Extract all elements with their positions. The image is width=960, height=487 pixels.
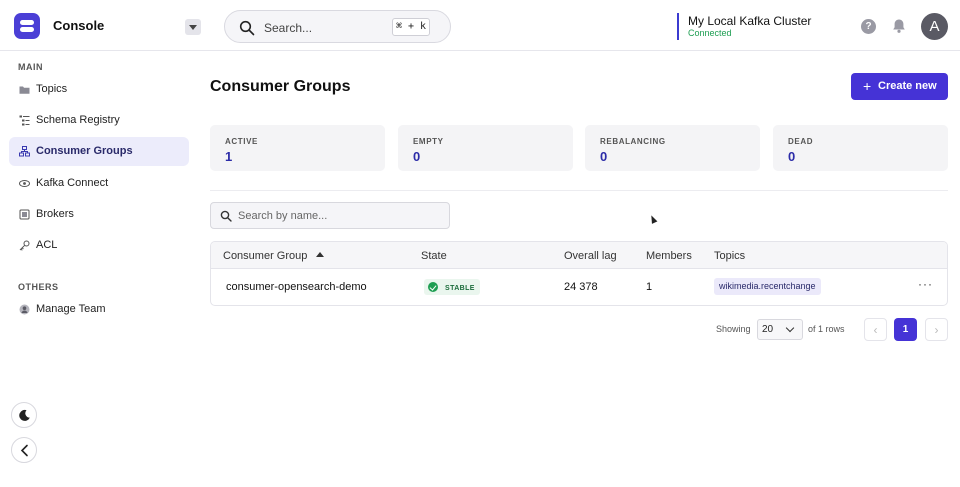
stat-card-dead: DEAD 0 [773, 125, 948, 171]
column-header-state[interactable]: State [421, 250, 447, 262]
avatar[interactable]: A [921, 13, 948, 40]
plus-icon: + [863, 78, 872, 94]
sidebar-section-others: OTHERS [18, 282, 59, 292]
sidebar-item-label: Topics [36, 83, 68, 95]
topic-tag[interactable]: wikimedia.recentchange [714, 278, 821, 295]
sidebar-item-label: Schema Registry [36, 114, 120, 126]
sort-ascending-icon[interactable] [316, 252, 324, 257]
cluster-indicator [677, 13, 679, 40]
sidebar-item-consumer-groups[interactable]: Consumer Groups [9, 137, 189, 166]
group-hierarchy-icon [19, 146, 30, 157]
check-circle-icon [428, 282, 438, 292]
link-icon [19, 180, 30, 187]
sidebar-item-label: Kafka Connect [36, 177, 109, 189]
sidebar: MAIN Topics Schema Registry Consumer Gro… [0, 51, 198, 487]
sidebar-item-kafka-connect[interactable]: Kafka Connect [9, 169, 189, 198]
status-badge: STABLE [424, 279, 480, 295]
user-circle-icon [19, 304, 30, 315]
consumer-groups-table: Consumer Group State Overall lag Members… [210, 241, 948, 306]
app-title: Console [53, 18, 105, 33]
sidebar-item-acl[interactable]: ACL [9, 231, 189, 260]
members-value: 1 [646, 281, 653, 293]
previous-page-button[interactable]: ‹ [864, 318, 887, 341]
column-header-consumer-group[interactable]: Consumer Group [223, 250, 307, 262]
stat-card-empty: EMPTY 0 [398, 125, 573, 171]
search-icon [239, 20, 255, 36]
column-header-topics[interactable]: Topics [714, 250, 745, 262]
search-icon [220, 210, 232, 222]
page-title: Consumer Groups [210, 78, 351, 95]
stat-label: REBALANCING [600, 137, 666, 146]
stat-label: DEAD [788, 137, 814, 146]
status-badge-label: STABLE [445, 285, 475, 292]
page-button-current[interactable]: 1 [894, 318, 917, 341]
create-new-button[interactable]: + Create new [851, 73, 948, 100]
next-page-button[interactable]: › [925, 318, 948, 341]
global-search[interactable]: Search... ⌘ + k [224, 10, 451, 43]
stat-label: EMPTY [413, 137, 444, 146]
table-header: Consumer Group State Overall lag Members… [211, 242, 947, 269]
chevron-left-icon [20, 444, 28, 457]
moon-icon [19, 409, 30, 421]
mouse-cursor [648, 214, 658, 224]
stat-card-rebalancing: REBALANCING 0 [585, 125, 760, 171]
pagination-row-count: of 1 rows [808, 324, 845, 334]
column-header-members[interactable]: Members [646, 250, 692, 262]
search-shortcut-hint: ⌘ + k [392, 18, 430, 36]
section-divider [210, 190, 948, 191]
sidebar-item-schema-registry[interactable]: Schema Registry [9, 106, 189, 135]
sidebar-item-label: Manage Team [36, 303, 106, 315]
sidebar-item-label: ACL [36, 239, 58, 251]
column-header-overall-lag[interactable]: Overall lag [564, 250, 617, 262]
console-logo-icon[interactable] [14, 13, 40, 39]
server-icon [19, 209, 30, 220]
theme-toggle-button[interactable] [11, 402, 37, 428]
stat-value: 1 [225, 149, 233, 164]
page-size-value: 20 [762, 324, 774, 335]
filter-search-input[interactable]: Search by name... [210, 202, 450, 229]
help-icon[interactable]: ? [861, 19, 876, 34]
create-new-label: Create new [878, 80, 937, 92]
sidebar-item-label: Brokers [36, 208, 74, 220]
list-tree-icon [19, 115, 30, 126]
consumer-group-link[interactable]: consumer-opensearch-demo [226, 281, 367, 293]
pagination-showing-label: Showing [716, 324, 751, 334]
sidebar-item-brokers[interactable]: Brokers [9, 200, 189, 229]
key-icon [19, 240, 30, 251]
search-placeholder: Search... [264, 21, 313, 35]
folder-icon [19, 86, 30, 94]
stat-value: 0 [788, 149, 796, 164]
sidebar-item-topics[interactable]: Topics [9, 75, 189, 104]
cluster-status: Connected [688, 28, 732, 38]
stat-value: 0 [413, 149, 421, 164]
more-actions-icon[interactable]: ··· [918, 277, 933, 291]
collapse-sidebar-button[interactable] [11, 437, 37, 463]
chevron-down-icon [785, 323, 795, 333]
sidebar-item-manage-team[interactable]: Manage Team [9, 295, 189, 324]
overall-lag-value: 24 378 [564, 281, 598, 293]
stat-card-active: ACTIVE 1 [210, 125, 385, 171]
chevron-down-icon[interactable] [185, 19, 201, 35]
filter-placeholder: Search by name... [238, 210, 328, 222]
top-bar: Console Search... ⌘ + k My Local Kafka C… [0, 0, 960, 51]
sidebar-section-main: MAIN [18, 62, 43, 72]
page-size-select[interactable]: 20 [757, 319, 803, 340]
stat-label: ACTIVE [225, 137, 258, 146]
cluster-name[interactable]: My Local Kafka Cluster [688, 14, 811, 28]
stat-value: 0 [600, 149, 608, 164]
bell-icon[interactable] [891, 18, 907, 34]
sidebar-item-label: Consumer Groups [36, 145, 133, 157]
